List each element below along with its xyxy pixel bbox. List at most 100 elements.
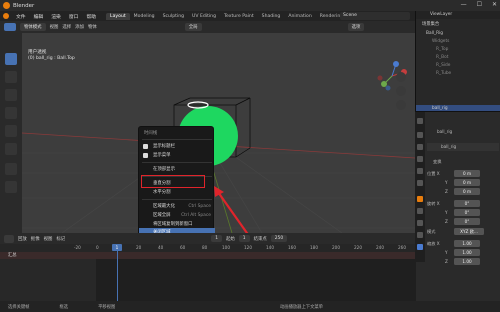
tab-shading[interactable]: Shading [258, 13, 285, 20]
scale-x-field[interactable]: 1.00 [454, 240, 480, 247]
world-properties-icon[interactable] [417, 180, 423, 186]
editor-type-icon[interactable] [4, 23, 16, 31]
location-z-field[interactable]: 0 m [454, 188, 480, 195]
timeline-ruler[interactable]: -20 0 20 40 60 80 100 120 140 160 180 20… [0, 244, 415, 252]
start-frame-field[interactable]: 1 [238, 235, 250, 242]
scene-selector[interactable]: Scene [340, 12, 410, 20]
checkbox-checked-icon [143, 153, 148, 158]
data-properties-icon[interactable] [417, 244, 423, 250]
rotation-z-field[interactable]: 0° [454, 218, 480, 225]
blender-menu-icon[interactable] [3, 13, 9, 19]
tick-label: 0 [96, 245, 99, 250]
scale-tool-icon[interactable] [5, 125, 17, 137]
rotate-tool-icon[interactable] [5, 107, 17, 119]
menu-edit[interactable]: 编辑 [30, 13, 48, 20]
playhead-frame[interactable]: 1 [112, 244, 122, 251]
close-window-button[interactable]: ✕ [492, 1, 497, 8]
measure-tool-icon[interactable] [5, 181, 17, 193]
scale-z-field[interactable]: 1.00 [454, 258, 480, 265]
viewport-menu-view[interactable]: 视图 [50, 24, 59, 30]
output-properties-icon[interactable] [417, 144, 423, 150]
timeline-summary-row[interactable]: 汇总 [0, 252, 415, 259]
outliner-item-ball-rig[interactable]: Ball_Rig [416, 30, 500, 38]
timeline-body[interactable] [0, 252, 416, 301]
menu-render[interactable]: 渲染 [47, 13, 65, 20]
menu-divider [142, 199, 212, 200]
camera-view-icon[interactable] [396, 100, 406, 110]
tab-modeling[interactable]: Modeling [130, 13, 159, 20]
menu-item-fullscreen[interactable]: 区域全屏 Ctrl Alt Space [139, 211, 215, 220]
viewport-grid [22, 97, 415, 233]
view-layer-properties-icon[interactable] [417, 156, 423, 162]
transform-section-header[interactable]: 变换 [427, 158, 499, 166]
timeline-menu-view[interactable]: 视图 [44, 236, 53, 242]
outliner-item[interactable]: R_Bot [416, 54, 500, 62]
rotation-x-field[interactable]: 0° [454, 200, 480, 207]
viewport-menu-select[interactable]: 选择 [62, 24, 71, 30]
data-name-field[interactable]: ball_rig [427, 143, 499, 151]
menu-help[interactable]: 帮助 [82, 13, 100, 20]
minimize-button[interactable]: — [461, 1, 467, 8]
outliner-item[interactable]: R_Top [416, 46, 500, 54]
rotation-mode-dropdown[interactable]: XYZ 欧... [454, 228, 484, 235]
playhead-line[interactable] [117, 244, 118, 301]
location-y-field[interactable]: 0 m [454, 179, 480, 186]
annotate-tool-icon[interactable] [5, 163, 17, 175]
timeline-editor-icon[interactable] [4, 234, 14, 243]
maximize-button[interactable]: ☐ [477, 1, 482, 8]
menu-item-show-header[interactable]: 显示标题栏 [139, 142, 215, 151]
tab-texture-paint[interactable]: Texture Paint [220, 13, 258, 20]
3d-viewport[interactable] [22, 33, 415, 233]
menu-item-show-menus[interactable]: 显示菜单 [139, 151, 215, 160]
tick-label: 180 [310, 245, 318, 250]
outliner-item[interactable]: R_Side [416, 62, 500, 70]
zoom-gizmo-icon[interactable] [396, 72, 406, 82]
tick-label: 100 [222, 245, 230, 250]
tab-uv-editing[interactable]: UV Editing [188, 13, 220, 20]
menu-item-toggle-maximize[interactable]: 区域最大化 Ctrl Space [139, 202, 215, 211]
modifier-properties-icon[interactable] [417, 208, 423, 214]
viewport-menu-add[interactable]: 添加 [75, 24, 84, 30]
tab-animation[interactable]: Animation [284, 13, 315, 20]
outliner-panel: ViewLayer 场景集合 Ball_Rig Widgets R_Top R_… [415, 11, 500, 113]
properties-tabs [415, 112, 425, 262]
object-properties-icon[interactable] [417, 196, 423, 202]
menu-window[interactable]: 窗口 [65, 13, 83, 20]
scene-properties-icon[interactable] [417, 168, 423, 174]
menu-item-horizontal-split[interactable]: 水平分割 [139, 188, 215, 197]
end-frame-field[interactable]: 250 [270, 235, 288, 242]
options-dropdown[interactable]: 选项 [347, 23, 365, 31]
select-box-tool-icon[interactable] [5, 53, 17, 65]
outliner-scene-collection[interactable]: 场景集合 [416, 21, 500, 29]
tick-label: 160 [288, 245, 296, 250]
tool-properties-icon[interactable] [417, 118, 423, 124]
menu-item-flip-to-top[interactable]: 在顶部显示 [139, 165, 215, 174]
object-mode-dropdown[interactable]: 物体模式 [20, 23, 46, 31]
transform-tool-icon[interactable] [5, 143, 17, 155]
tool-shelf [0, 33, 22, 233]
tick-label: 260 [398, 245, 406, 250]
timeline-menu-keying[interactable]: 抠像 [31, 236, 40, 242]
menu-file[interactable]: 文件 [12, 13, 30, 20]
view-layer-label[interactable]: ViewLayer [416, 11, 500, 19]
timeline-menu-playback[interactable]: 回放 [18, 236, 27, 242]
move-tool-icon[interactable] [5, 89, 17, 101]
tab-layout[interactable]: Layout [106, 12, 130, 20]
current-frame-field[interactable]: 1 [211, 235, 222, 242]
scale-y-field[interactable]: 1.00 [454, 249, 480, 256]
object-name-field[interactable]: ball_rig [427, 128, 499, 136]
cursor-tool-icon[interactable] [5, 71, 17, 83]
outliner-item-widgets[interactable]: Widgets [416, 38, 500, 46]
pan-gizmo-icon[interactable] [396, 86, 406, 96]
constraint-properties-icon[interactable] [417, 232, 423, 238]
render-properties-icon[interactable] [417, 132, 423, 138]
transform-orientation-dropdown[interactable]: 全局 [184, 23, 202, 31]
physics-properties-icon[interactable] [417, 220, 423, 226]
timeline-menu-marker[interactable]: 标记 [56, 236, 65, 242]
tick-label: 240 [376, 245, 384, 250]
location-x-field[interactable]: 0 m [454, 170, 480, 177]
rotation-y-field[interactable]: 0° [454, 209, 480, 216]
viewport-menu-object[interactable]: 物体 [88, 24, 97, 30]
tab-sculpting[interactable]: Sculpting [159, 13, 188, 20]
outliner-item[interactable]: R_Tube [416, 70, 500, 78]
